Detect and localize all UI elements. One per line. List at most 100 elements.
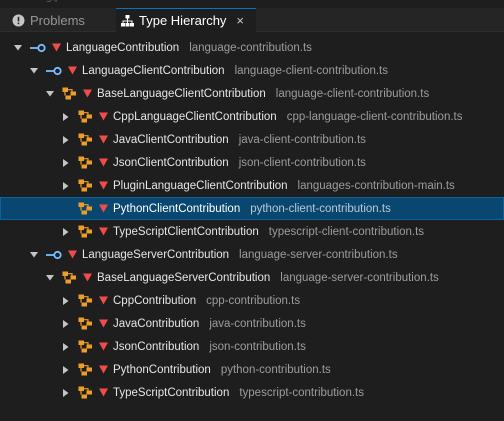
- subtype-arrow-icon: [99, 227, 108, 236]
- file-name: language-server-contribution.ts: [280, 271, 439, 284]
- class-icon: [78, 225, 93, 238]
- chevron-right-icon[interactable]: [60, 134, 72, 146]
- class-icon: [78, 317, 93, 330]
- subtype-arrow-icon: [83, 273, 92, 282]
- type-name: TypeScriptContribution: [113, 386, 230, 399]
- subtype-arrow-icon: [99, 388, 108, 397]
- hierarchy-icon: [121, 14, 134, 27]
- chevron-down-icon[interactable]: [44, 88, 56, 100]
- tree-item[interactable]: CppContribution cpp-contribution.ts: [0, 289, 504, 312]
- tree-item[interactable]: PythonClientContribution python-client-co…: [0, 197, 504, 220]
- tab-label: Type Hierarchy: [139, 13, 227, 28]
- class-icon: [78, 340, 93, 353]
- chevron-right-icon[interactable]: [60, 364, 72, 376]
- subtype-arrow-icon: [83, 89, 92, 98]
- chevron-right-icon[interactable]: [60, 341, 72, 353]
- class-icon: [78, 363, 93, 376]
- class-icon: [78, 202, 93, 215]
- chevron-down-icon[interactable]: [44, 272, 56, 284]
- file-name: language-client-contribution.ts: [234, 64, 389, 77]
- type-name: BaseLanguageServerContribution: [97, 271, 271, 284]
- subtype-arrow-icon: [68, 66, 77, 75]
- class-icon: [78, 133, 93, 146]
- tab-label: Problems: [30, 12, 85, 28]
- interface-icon: [30, 43, 46, 53]
- file-name: typescript-client-contribution.ts: [268, 225, 425, 238]
- tab-problems[interactable]: Problems: [12, 8, 85, 32]
- chevron-down-icon[interactable]: [28, 65, 40, 77]
- info-circle-icon: [12, 14, 25, 27]
- tree-item[interactable]: BaseLanguageServerContribution language-s…: [0, 266, 504, 289]
- file-name: languages-contribution-main.ts: [297, 179, 455, 192]
- tree-item[interactable]: CppLanguageClientContribution cpp-languag…: [0, 105, 504, 128]
- class-icon: [62, 271, 77, 284]
- subtype-arrow-icon: [99, 342, 108, 351]
- tree-item[interactable]: JavaClientContribution java-client-contri…: [0, 128, 504, 151]
- tree-item[interactable]: LanguageClientContribution language-clien…: [0, 59, 504, 82]
- close-icon[interactable]: ×: [236, 13, 244, 28]
- file-name: cpp-language-client-contribution.ts: [286, 110, 463, 123]
- class-icon: [78, 179, 93, 192]
- tree-item[interactable]: PluginLanguageClientContribution language…: [0, 174, 504, 197]
- chevron-right-icon[interactable]: [60, 157, 72, 169]
- type-name: TypeScriptClientContribution: [113, 225, 259, 238]
- file-name: json-contribution.ts: [209, 340, 306, 353]
- subtype-arrow-icon: [99, 319, 108, 328]
- subtype-arrow-icon: [99, 135, 108, 144]
- tree-item[interactable]: PythonContribution python-contribution.ts: [0, 358, 504, 381]
- chevron-down-icon[interactable]: [28, 249, 40, 261]
- type-name: BaseLanguageClientContribution: [97, 87, 266, 100]
- type-name: CppLanguageClientContribution: [113, 110, 277, 123]
- type-name: JavaContribution: [113, 317, 200, 330]
- type-name: JsonContribution: [113, 340, 200, 353]
- chevron-right-icon[interactable]: [60, 295, 72, 307]
- tree-item[interactable]: LanguageServerContribution language-serve…: [0, 243, 504, 266]
- class-icon: [78, 110, 93, 123]
- file-name: language-server-contribution.ts: [239, 248, 398, 261]
- file-name: python-contribution.ts: [220, 363, 331, 376]
- type-name: LanguageContribution: [66, 41, 180, 54]
- subtype-arrow-icon: [99, 204, 108, 213]
- twistie-spacer: [60, 203, 72, 215]
- class-icon: [78, 386, 93, 399]
- file-name: java-contribution.ts: [209, 317, 306, 330]
- subtype-arrow-icon: [99, 158, 108, 167]
- file-name: language-contribution.ts: [189, 41, 312, 54]
- subtype-arrow-icon: [99, 365, 108, 374]
- tree-item[interactable]: TypeScriptContribution typescript-contrib…: [0, 381, 504, 404]
- class-icon: [78, 156, 93, 169]
- tree-item[interactable]: TypeScriptClientContribution typescript-c…: [0, 220, 504, 243]
- interface-icon: [46, 66, 62, 76]
- file-name: language-client-contribution.ts: [275, 87, 430, 100]
- type-name: JsonClientContribution: [113, 156, 229, 169]
- file-name: python-client-contribution.ts: [250, 202, 391, 215]
- tree-item[interactable]: JsonClientContribution json-client-contri…: [0, 151, 504, 174]
- type-name: PythonContribution: [113, 363, 211, 376]
- file-name: json-client-contribution.ts: [238, 156, 366, 169]
- chevron-right-icon[interactable]: [60, 387, 72, 399]
- tree-item[interactable]: JsonContribution json-contribution.ts: [0, 335, 504, 358]
- tree-item[interactable]: LanguageContribution language-contributio…: [0, 36, 504, 59]
- type-name: LanguageClientContribution: [82, 64, 225, 77]
- tree-item[interactable]: JavaContribution java-contribution.ts: [0, 312, 504, 335]
- chevron-down-icon[interactable]: [12, 42, 24, 54]
- tab-type-hierarchy[interactable]: Type Hierarchy ×: [116, 8, 256, 32]
- chevron-right-icon[interactable]: [60, 226, 72, 238]
- chevron-right-icon[interactable]: [60, 180, 72, 192]
- tree-item[interactable]: BaseLanguageClientContribution language-c…: [0, 82, 504, 105]
- chevron-right-icon[interactable]: [60, 318, 72, 330]
- subtype-arrow-icon: [68, 250, 77, 259]
- type-name: LanguageServerContribution: [82, 248, 230, 261]
- type-name: JavaClientContribution: [113, 133, 229, 146]
- line-number: 54: [46, 0, 58, 5]
- chevron-right-icon[interactable]: [60, 111, 72, 123]
- subtype-arrow-icon: [99, 181, 108, 190]
- file-name: typescript-contribution.ts: [239, 386, 364, 399]
- type-name: PythonClientContribution: [113, 202, 241, 215]
- subtype-arrow-icon: [99, 112, 108, 121]
- interface-icon: [46, 250, 62, 260]
- class-icon: [62, 87, 77, 100]
- file-name: cpp-contribution.ts: [206, 294, 301, 307]
- subtype-arrow-icon: [52, 43, 61, 52]
- panel-tabbar: Problems Type Hierarchy ×: [0, 8, 504, 32]
